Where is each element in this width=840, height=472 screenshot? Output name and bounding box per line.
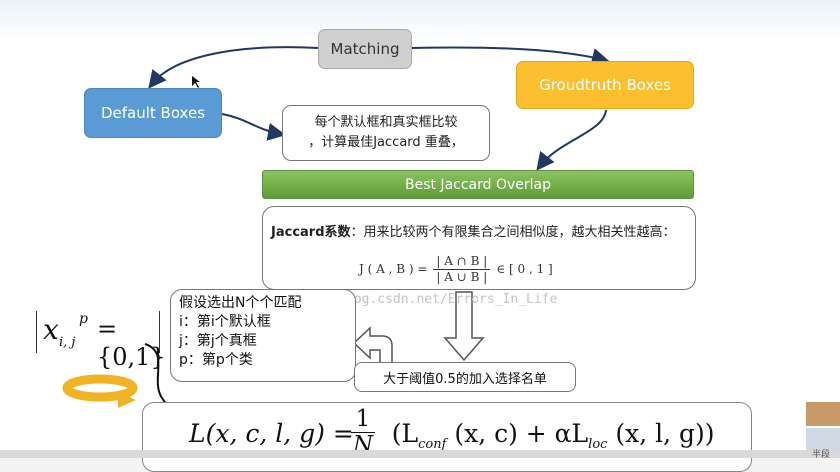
best-overlap-bar: Best Jaccard Overlap (262, 170, 694, 199)
hollow-return-arrow (352, 326, 393, 365)
loss-formula: L(x, c, l, g) = (Lconf (x, c) + αLloc (x… (189, 419, 715, 452)
compare-note: 每个默认框和真实框比较 ，计算最佳Jaccard 重叠， (282, 105, 490, 161)
jaccard-numerator: | A ∩ B | (433, 254, 491, 270)
assumption-line3: j：第j个真框 (179, 333, 257, 349)
arrow-default-to-note (221, 113, 286, 141)
one-over-n-numerator: 1 (351, 406, 375, 433)
arrow-matching-to-ground (411, 46, 610, 66)
match-indicator-formula: x i, j p = {0,1} (36, 311, 166, 371)
assumption-box: 假设选出N个个匹配 i：第i个默认框 j：第j个真框 p：第p个类 (170, 289, 356, 382)
corner-label: 半段 (812, 450, 831, 460)
jaccard-desc: ：用来比较两个有限集合之间相似度，越大相关性越高： (350, 225, 676, 240)
default-boxes-label: Default Boxes (100, 104, 206, 122)
jaccard-fraction: | A ∩ B | | A ∪ B | (433, 254, 491, 285)
loss-formula-box: L(x, c, l, g) = (Lconf (x, c) + αLloc (x… (142, 402, 752, 472)
xij-base: x (43, 313, 59, 346)
groundtruth-boxes-label: Groudtruth Boxes (539, 76, 671, 94)
taskbar-strip (0, 450, 840, 458)
jaccard-range: ∈ [ 0 , 1 ] (496, 262, 553, 276)
default-boxes-node: Default Boxes (84, 88, 222, 138)
jaccard-title: Jaccard系数 (271, 225, 351, 240)
compare-note-line2: ，计算最佳Jaccard 重叠， (308, 135, 464, 150)
threshold-label: 大于阈值0.5的加入选择名单 (383, 371, 547, 387)
gold-rotate-icon (62, 374, 138, 408)
threshold-box: 大于阈值0.5的加入选择名单 (354, 362, 576, 392)
mouse-cursor (192, 76, 200, 88)
xij-rhs: = {0,1} (97, 315, 166, 371)
best-overlap-label: Best Jaccard Overlap (404, 176, 551, 193)
watermark: log.csdn.net/Errors_In_Life (346, 292, 558, 307)
loss-lhs: L(x, c, l, g) = (189, 419, 362, 448)
groundtruth-boxes-node: Groudtruth Boxes (516, 61, 694, 109)
thumbnail-1[interactable] (806, 402, 840, 426)
assumption-line2: i：第i个默认框 (179, 314, 271, 330)
jaccard-denominator: | A ∪ B | (436, 270, 488, 284)
xij-subscript: i, j (59, 335, 76, 350)
loss-rhs-c: (x, l, g)) (607, 419, 715, 448)
compare-note-line1: 每个默认框和真实框比较 (314, 115, 458, 130)
jaccard-lhs: J ( A , B ) = (359, 262, 428, 276)
loss-rhs-b: (x, c) + αL (446, 419, 589, 448)
matching-label: Matching (330, 40, 400, 58)
loss-rhs-a: (L (391, 419, 419, 448)
xij-superscript: p (79, 311, 88, 327)
assumption-line4: p：第p个类 (179, 352, 253, 368)
jaccard-formula: J ( A , B ) = | A ∩ B | | A ∪ B | ∈ [ 0 … (359, 254, 553, 285)
jaccard-box: Jaccard系数：用来比较两个有限集合之间相似度，越大相关性越高： J ( A… (262, 206, 696, 290)
assumption-line1: 假设选出N个个匹配 (179, 295, 302, 311)
arrow-ground-to-best (536, 109, 607, 171)
matching-node: Matching (318, 29, 412, 69)
arrow-matching-to-default (148, 46, 319, 89)
